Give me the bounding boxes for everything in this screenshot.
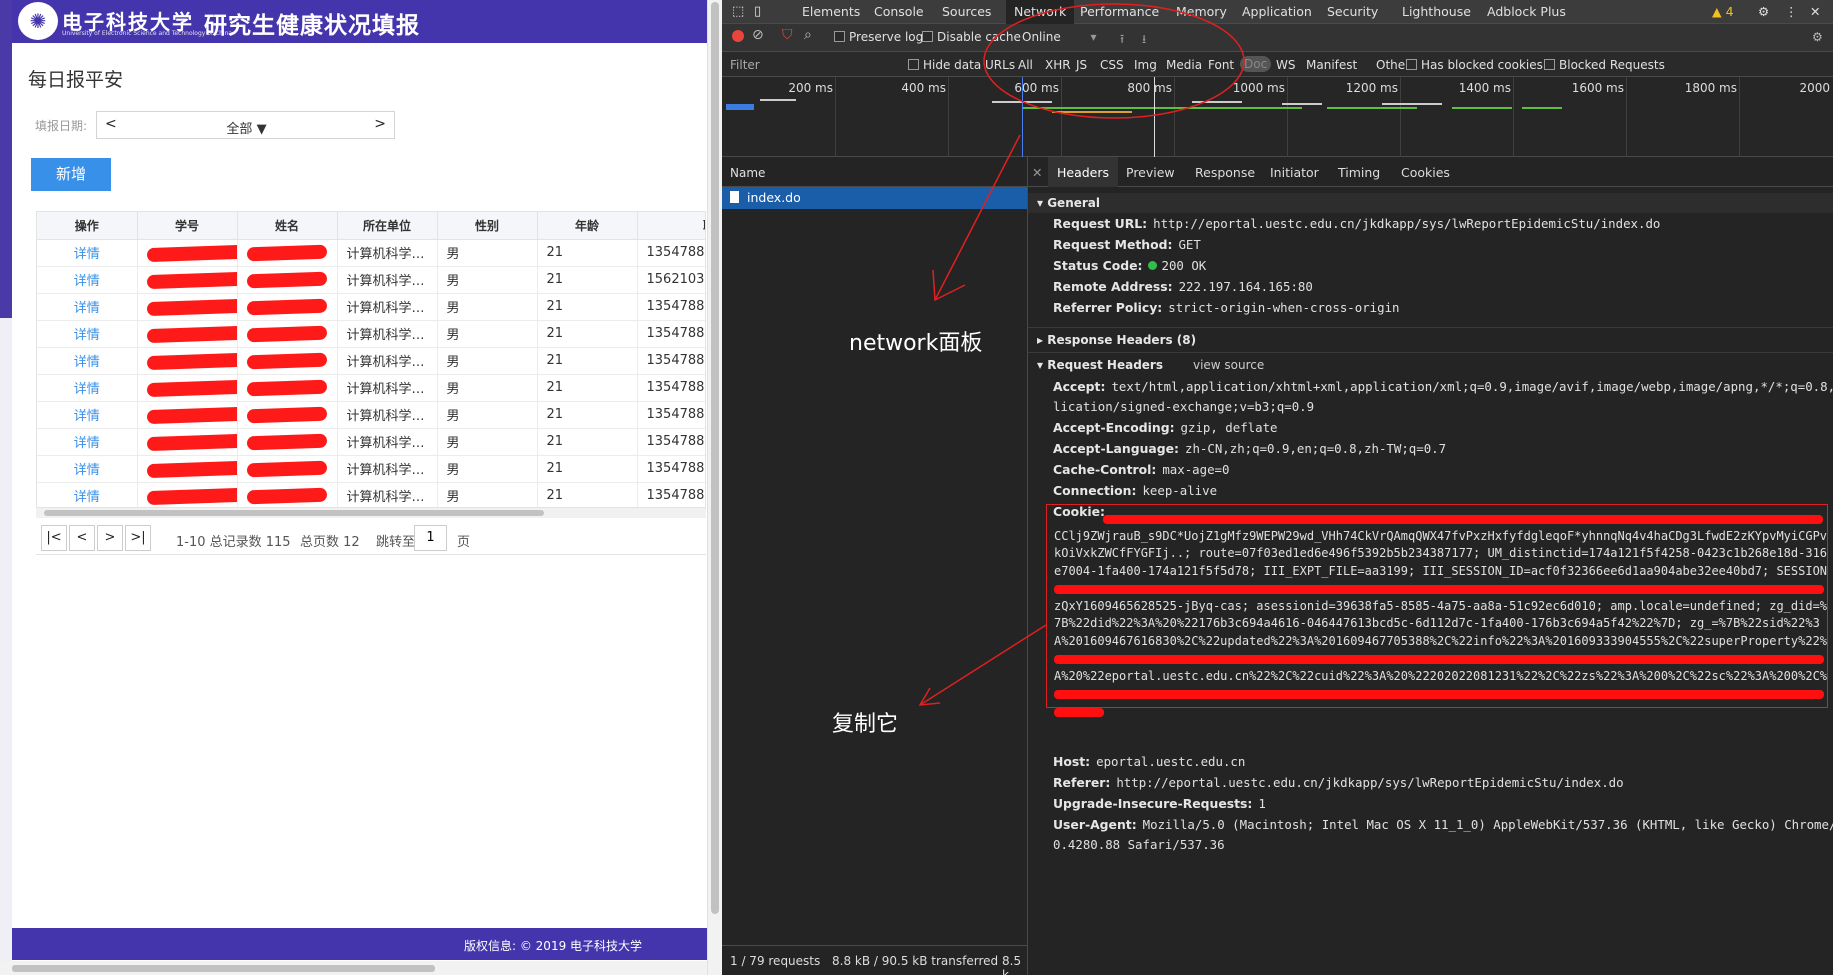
annotation-arrow [934,134,1021,301]
annotation-network-panel: network面板 [849,331,983,356]
annotation-arrow [919,624,1047,706]
network-tab-highlight-circle [983,3,1245,119]
annotation-overlay [918,3,1245,706]
annotation-copy-it: 复制它 [832,712,899,737]
